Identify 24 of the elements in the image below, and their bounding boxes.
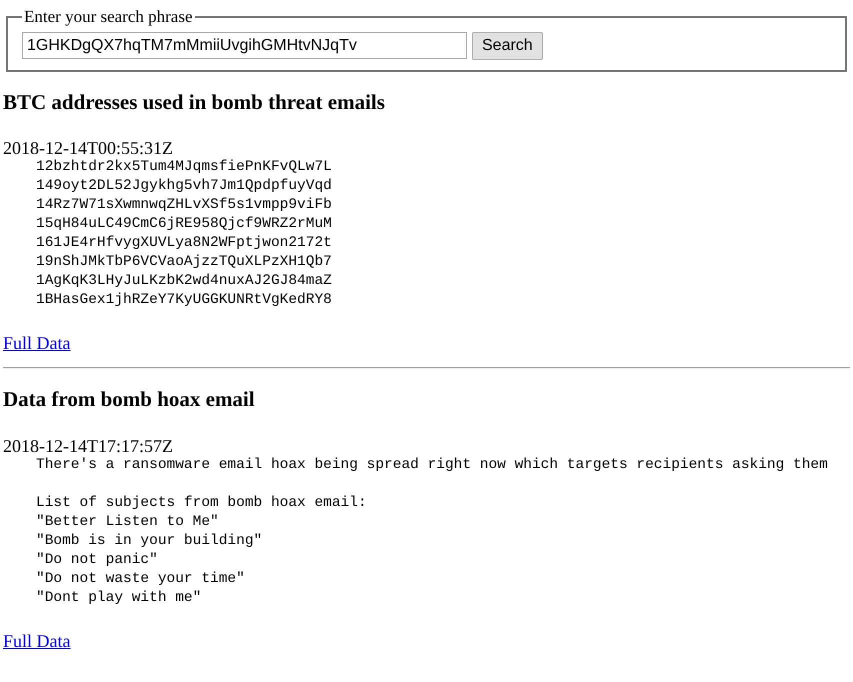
text-line: 149oyt2DL52Jgykhg5vh7Jm1QpdpfuyVqd: [36, 177, 332, 196]
text-line: 161JE4rHfvygXUVLya8N2WFptjwon2172t: [36, 234, 332, 254]
search-field[interactable]: 1GHKDgQX7hqTM7mMmiiUvgihGMHtvNJqTv: [22, 32, 467, 59]
timestamp: 2018-12-14T17:17:57Z: [3, 436, 173, 456]
text-line: 12bzhtdr2kx5Tum4MJqmsfiePnKFvQLw7L: [36, 158, 332, 178]
text-line: 19nShJMkTbP6VCVaoAjzzTQuXLPzXH1Qb7: [36, 253, 332, 272]
text-line: 14Rz7W71sXwmnwqZHLvXSf5s1vmpp9viFb: [36, 196, 332, 216]
search-legend: Enter your search phrase: [22, 4, 195, 30]
text-line: "Better Listen to Me": [36, 513, 219, 532]
text-line: "Dont play with me": [36, 589, 202, 608]
text-line: List of subjects from bomb hoax email:: [36, 494, 367, 514]
search-button[interactable]: Search: [472, 32, 543, 60]
text-line: "Do not panic": [36, 551, 158, 570]
text-line: 1BHasGex1jhRZeY7KyUGGKUNRtVgKedRY8: [36, 291, 332, 310]
text-line: 1AgKqK3LHyJuLKzbK2wd4nuxAJ2GJ84maZ: [36, 272, 332, 292]
full-data-link[interactable]: Full Data: [3, 330, 70, 358]
text-line: 15qH84uLC49CmC6jRE958Qjcf9WRZ2rMuM: [36, 215, 332, 234]
text-line: "Bomb is in your building": [36, 532, 262, 552]
text-line: There's a ransomware email hoax being spread right now which targets recipients asking them: [36, 456, 828, 476]
section-heading: Data from bomb hoax email: [3, 387, 256, 413]
full-data-link[interactable]: Full Data: [3, 628, 70, 656]
timestamp: 2018-12-14T00:55:31Z: [3, 138, 173, 158]
text-line: "Do not waste your time": [36, 570, 245, 590]
section-heading: BTC addresses used in bomb threat emails: [3, 90, 386, 115]
